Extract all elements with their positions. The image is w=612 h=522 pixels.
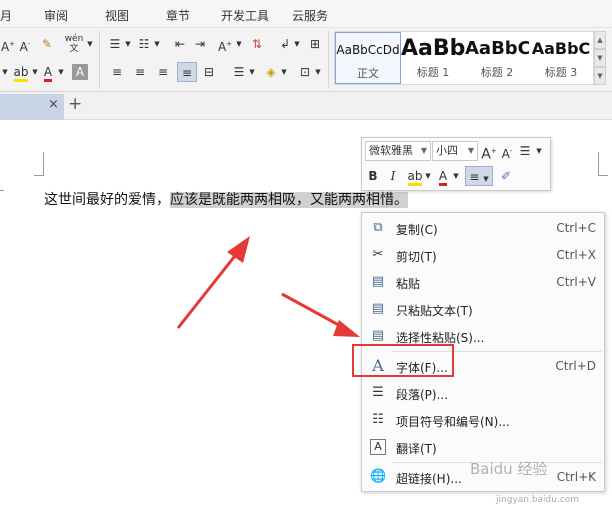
menu-item-label: 翻译(T) — [396, 442, 437, 456]
menu-item-paste-text-only[interactable]: ▤ 只粘贴文本(T) — [362, 296, 604, 323]
annotation-highlight-box — [352, 344, 454, 377]
bold-button[interactable]: B — [365, 166, 381, 186]
shrink-font-icon[interactable]: A- — [499, 141, 515, 161]
menu-item-translate[interactable]: A 翻译(T) — [362, 434, 604, 461]
paste-special-icon: ▤ — [371, 328, 385, 343]
menu-item-shortcut: Ctrl+X — [556, 248, 596, 262]
mini-toolbar: 微软雅黑 ▼ 小四 ▼ A+ A- ☰ ▼ B I ab ▼ A ▼ ≡ ▼ ✐ — [361, 137, 551, 191]
menu-item-label: 剪切(T) — [396, 250, 437, 264]
italic-button[interactable]: I — [385, 166, 401, 186]
line-spacing-icon[interactable]: ☰ — [517, 141, 533, 161]
paragraph-align-icon[interactable]: ≡ ▼ — [465, 166, 493, 186]
font-size-dropdown[interactable]: 小四 ▼ — [432, 141, 478, 161]
chevron-down-icon[interactable]: ▼ — [424, 166, 432, 186]
highlight-color-icon[interactable]: ab — [406, 166, 424, 186]
menu-item-label: 段落(P)... — [396, 388, 449, 402]
menu-item-label: 超链接(H)... — [396, 472, 462, 486]
menu-item-shortcut: Ctrl+K — [556, 470, 596, 484]
menu-item-label: 粘贴 — [396, 277, 421, 291]
watermark: Baidu 经验 — [470, 460, 548, 478]
font-name-dropdown[interactable]: 微软雅黑 ▼ — [365, 141, 431, 161]
menu-item-shortcut: Ctrl+D — [555, 359, 596, 373]
chevron-down-icon[interactable]: ▼ — [452, 166, 460, 186]
menu-item-cut[interactable]: ✂ 剪切(T) Ctrl+X — [362, 242, 604, 269]
chevron-down-icon: ▼ — [420, 146, 427, 155]
hyperlink-icon: 🌐 — [370, 469, 387, 484]
menu-item-label: 复制(C) — [396, 223, 438, 237]
paste-icon: ▤ — [371, 274, 385, 289]
translate-icon: A — [370, 439, 386, 455]
bullet-list-icon: ☷ — [372, 412, 384, 427]
font-color-icon[interactable]: A — [435, 166, 451, 186]
scissors-icon: ✂ — [372, 247, 384, 262]
menu-item-paragraph[interactable]: ☰ 段落(P)... — [362, 380, 604, 407]
menu-item-paste[interactable]: ▤ 粘贴 Ctrl+V — [362, 269, 604, 296]
menu-item-bullets-numbering[interactable]: ☷ 项目符号和编号(N)... — [362, 407, 604, 434]
paste-text-icon: ▤ — [371, 301, 385, 316]
chevron-down-icon: ▼ — [467, 146, 474, 155]
menu-item-label: 只粘贴文本(T) — [396, 304, 473, 318]
paragraph-icon: ☰ — [372, 385, 384, 400]
arrow-to-selection — [176, 236, 250, 329]
copy-icon: ⧉ — [373, 220, 383, 235]
watermark-url: jingyan.baidu.com — [496, 495, 580, 505]
arrow-to-menu — [281, 292, 360, 337]
format-painter-icon[interactable]: ✐ — [497, 166, 515, 186]
menu-item-shortcut: Ctrl+V — [556, 275, 596, 289]
menu-item-label: 项目符号和编号(N)... — [396, 415, 510, 429]
chevron-down-icon[interactable]: ▼ — [534, 141, 544, 161]
menu-item-copy[interactable]: ⧉ 复制(C) Ctrl+C — [362, 215, 604, 242]
grow-font-icon[interactable]: A+ — [481, 141, 497, 163]
menu-item-shortcut: Ctrl+C — [556, 221, 596, 235]
